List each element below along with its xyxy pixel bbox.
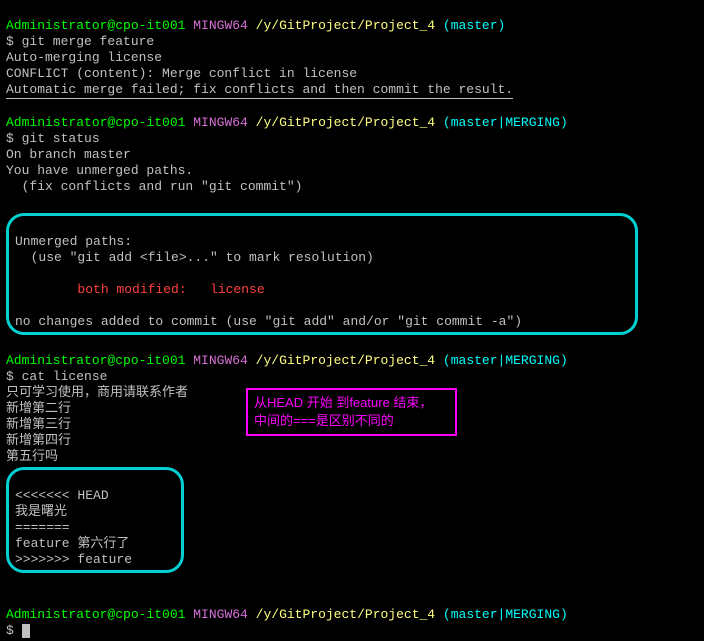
output-line: 新增第二行 [6,401,71,416]
prompt-path: /y/GitProject/Project_4 [256,18,435,33]
annotation-line: 中间的===是区别不同的 [254,413,394,428]
prompt-path: /y/GitProject/Project_4 [256,115,435,130]
output-line: Auto-merging license [6,50,162,65]
output-line: (use "git add <file>..." to mark resolut… [15,250,374,265]
output-line: both modified: license [15,282,265,297]
prompt-line: Administrator@cpo-it001 MINGW64 /y/GitPr… [6,18,505,33]
prompt-user: Administrator@cpo-it001 [6,607,185,622]
prompt-mingw: MINGW64 [193,353,248,368]
output-line: (fix conflicts and run "git commit") [6,179,302,194]
prompt-mingw: MINGW64 [193,115,248,130]
output-line-underlined: Automatic merge failed; fix conflicts an… [6,82,513,99]
prompt-path: /y/GitProject/Project_4 [256,607,435,622]
output-line: 我是曙光 [15,504,67,519]
output-line: ======= [15,520,70,535]
output-line: On branch master [6,147,131,162]
prompt-branch: (master) [443,18,505,33]
prompt-line: Administrator@cpo-it001 MINGW64 /y/GitPr… [6,115,568,130]
command: $ git merge feature [6,34,154,49]
annotation-box: 从HEAD 开始 到feature 结束， 中间的===是区别不同的 [246,388,457,436]
annotation-line: 从HEAD 开始 到feature 结束， [254,395,432,410]
prompt-branch: (master|MERGING) [443,115,568,130]
command: $ git status [6,131,100,146]
output-line: 第五行吗 [6,449,58,464]
output-line: Unmerged paths: [15,234,132,249]
prompt-line: Administrator@cpo-it001 MINGW64 /y/GitPr… [6,353,568,368]
command: $ cat license [6,369,107,384]
prompt-path: /y/GitProject/Project_4 [256,353,435,368]
output-line: feature 第六行了 [15,536,129,551]
terminal[interactable]: Administrator@cpo-it001 MINGW64 /y/GitPr… [0,0,704,641]
highlight-box-unmerged: Unmerged paths: (use "git add <file>..."… [6,213,638,335]
prompt-user: Administrator@cpo-it001 [6,353,185,368]
prompt-user: Administrator@cpo-it001 [6,115,185,130]
prompt-mingw: MINGW64 [193,18,248,33]
output-line: You have unmerged paths. [6,163,193,178]
output-line: CONFLICT (content): Merge conflict in li… [6,66,357,81]
output-line: 只可学习使用，商用请联系作者 [6,385,188,400]
command: $ [6,623,14,638]
output-line: <<<<<<< HEAD [15,488,109,503]
output-line: 新增第三行 [6,417,71,432]
prompt-line: Administrator@cpo-it001 MINGW64 /y/GitPr… [6,607,568,622]
prompt-branch: (master|MERGING) [443,607,568,622]
output-line: no changes added to commit (use "git add… [15,314,522,329]
prompt-user: Administrator@cpo-it001 [6,18,185,33]
output-line: >>>>>>> feature [15,552,132,567]
prompt-mingw: MINGW64 [193,607,248,622]
prompt-branch: (master|MERGING) [443,353,568,368]
output-line: 新增第四行 [6,433,71,448]
cursor [22,624,30,638]
highlight-box-conflict: <<<<<<< HEAD 我是曙光 ======= feature 第六行了 >… [6,467,184,573]
